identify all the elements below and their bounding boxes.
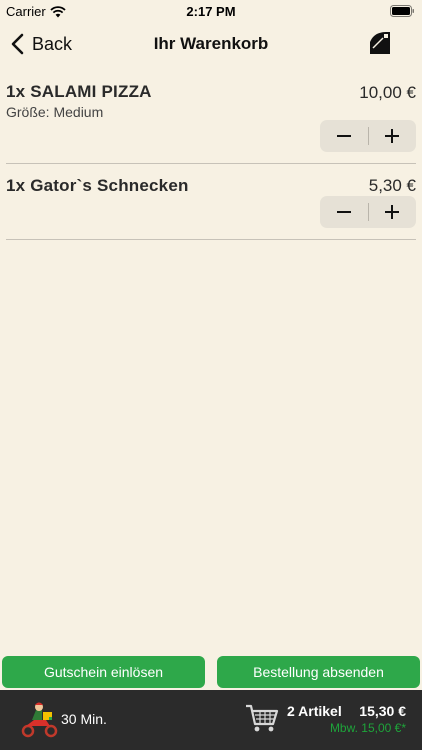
action-bar: Gutschein einlösen Bestellung absenden: [0, 656, 422, 688]
cart-total: 15,30 €: [359, 703, 406, 719]
plus-icon: [385, 129, 400, 143]
navigation-bar: Back Ihr Warenkorb: [0, 22, 422, 66]
item-count: 2 Artikel: [287, 703, 342, 719]
item-price: 10,00 €: [359, 83, 416, 102]
cart-item: 1x Gator`s Schnecken 5,30 €: [6, 164, 416, 240]
decrease-button[interactable]: [320, 120, 368, 152]
cart-item: 1x SALAMI PIZZA 10,00 € Größe: Medium: [6, 70, 416, 164]
plus-icon: [385, 205, 400, 219]
item-option: Größe: Medium: [6, 104, 104, 120]
status-time: 2:17 PM: [186, 4, 236, 19]
shopping-cart-icon[interactable]: [244, 702, 280, 734]
increase-button[interactable]: [369, 196, 417, 228]
delivery-time: 30 Min.: [61, 711, 107, 727]
battery-icon: [390, 5, 414, 17]
page-title: Ihr Warenkorb: [153, 34, 269, 53]
item-price: 5,30 €: [368, 176, 416, 195]
checkout-icon[interactable]: [366, 28, 394, 56]
redeem-voucher-button[interactable]: Gutschein einlösen: [2, 656, 205, 688]
quantity-stepper: [320, 196, 416, 228]
decrease-button[interactable]: [320, 196, 368, 228]
cart-footer: 30 Min. 2 Artikel 15,30 € Mbw. 15,00 €*: [0, 690, 422, 750]
item-name: 1x Gator`s Schnecken: [6, 176, 189, 195]
minus-icon: [336, 211, 351, 213]
item-name: 1x SALAMI PIZZA: [6, 82, 152, 101]
cart-list: 1x SALAMI PIZZA 10,00 € Größe: Medium 1x…: [0, 70, 422, 240]
submit-order-button[interactable]: Bestellung absenden: [217, 656, 420, 688]
delivery-scooter-icon: [21, 702, 58, 738]
minus-icon: [336, 135, 351, 137]
increase-button[interactable]: [369, 120, 417, 152]
minimum-order-value: Mbw. 15,00 €*: [329, 721, 406, 735]
quantity-stepper: [320, 120, 416, 152]
status-bar: Carrier 2:17 PM: [0, 0, 422, 22]
